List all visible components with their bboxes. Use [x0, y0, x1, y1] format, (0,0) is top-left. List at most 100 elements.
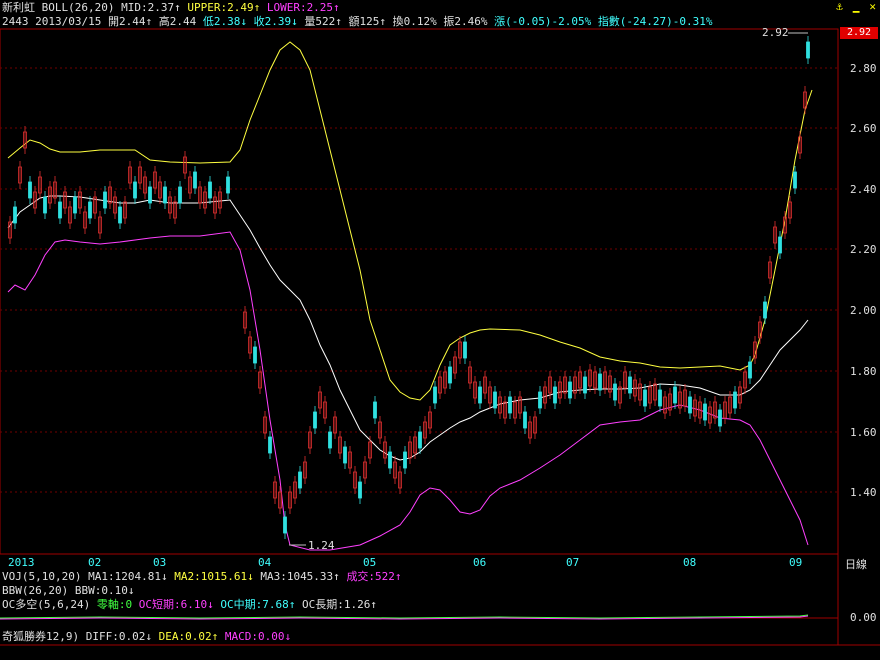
candle-body: [553, 386, 557, 404]
candle-body: [688, 396, 692, 414]
macd-name: 奇狐勝券12,9): [2, 630, 80, 643]
candle-body: [298, 471, 302, 489]
y-tick: 1.40: [850, 486, 877, 499]
y-tick: 2.00: [850, 304, 877, 317]
voj-name: VOJ(5,10,20): [2, 570, 82, 583]
oc-zero: 零軸:0: [96, 598, 133, 611]
candle-body: [703, 403, 707, 421]
voj-volume: 成交:522↑: [346, 570, 402, 583]
macd-row: 奇狐勝券12,9) DIFF:0.02↓ DEA:0.02↑ MACD:0.00…: [2, 630, 291, 643]
voj-row: VOJ(5,10,20) MA1:1204.81↓ MA2:1015.61↓ M…: [2, 570, 402, 583]
candle-body: [718, 409, 722, 427]
x-tick: 06: [473, 556, 487, 569]
candle-body: [388, 451, 392, 469]
oc-short: OC短期:6.10↓: [138, 598, 214, 611]
candle-body: [463, 341, 467, 359]
candle-body: [343, 446, 347, 464]
lower-value: LOWER:2.25↑: [266, 1, 340, 14]
candle-body: [628, 376, 632, 394]
y-tick: 2.80: [850, 62, 877, 75]
candle-body: [118, 206, 122, 224]
candle-body: [43, 196, 47, 214]
turnover-value: 換0.12%: [392, 15, 437, 28]
oc-short-line: [0, 614, 809, 619]
macd-value: MACD:0.00↓: [224, 630, 292, 643]
oc-row: OC多空(5,6,24) 零軸:0 OC短期:6.10↓ OC中期:7.68↑ …: [2, 598, 377, 611]
candle-body: [103, 191, 107, 209]
lower-band: [7, 231, 809, 551]
y-tick: 2.20: [850, 243, 877, 256]
high-value: 高2.44: [158, 15, 197, 28]
candle-body: [658, 389, 662, 407]
bbw-value: BBW:0.10↓: [74, 584, 135, 597]
candle-body: [733, 391, 737, 409]
close-value: 收2.39↓: [253, 15, 298, 28]
macd-diff: DIFF:0.02↓: [85, 630, 152, 643]
mid-band: [7, 195, 809, 461]
x-tick: 02: [88, 556, 102, 569]
anchor-icon[interactable]: ⚓: [836, 0, 843, 13]
candle-body: [598, 373, 602, 391]
upper-value: UPPER:2.49↑: [187, 1, 261, 14]
candle-body: [673, 386, 677, 404]
low-value: 低2.38↓: [202, 15, 247, 28]
candle-body: [58, 201, 62, 219]
high-annotation: 2.92: [762, 26, 789, 39]
candle-body: [28, 181, 32, 199]
y-tick: 2.40: [850, 183, 877, 196]
voj-ma2: MA2:1015.61↓: [174, 570, 254, 583]
minimize-icon[interactable]: ▁: [853, 0, 860, 13]
candle-body: [493, 391, 497, 409]
change-value: 漲(-0.05)-2.05%: [494, 15, 592, 28]
bbw-row: BBW(26,20) BBW:0.10↓: [2, 584, 134, 597]
candle-body: [418, 431, 422, 449]
candle-body: [403, 451, 407, 469]
chart-frame: [0, 28, 839, 555]
x-tick: 03: [153, 556, 167, 569]
oc-long: OC長期:1.26↑: [301, 598, 377, 611]
bbw-name: BBW(26,20): [2, 584, 69, 597]
indicator-name: BOLL(26,20): [41, 1, 115, 14]
amount-value: 額125↑: [348, 15, 386, 28]
open-value: 開2.44↑: [107, 15, 153, 28]
candle-body: [193, 171, 197, 189]
x-tick: 04: [258, 556, 272, 569]
oc-name: OC多空(5,6,24): [2, 598, 91, 611]
candle-body: [88, 201, 92, 219]
candle-body: [748, 361, 752, 379]
x-tick: 09: [789, 556, 803, 569]
voj-ma3: MA3:1045.33↑: [260, 570, 340, 583]
current-price-tag: 2.92: [840, 27, 878, 39]
candle-body: [208, 181, 212, 199]
grid-lines: [0, 67, 838, 493]
y-tick: 1.80: [850, 365, 877, 378]
x-tick: 05: [363, 556, 377, 569]
low-annotation: 1.24: [308, 539, 335, 552]
candle-body: [643, 389, 647, 407]
amplitude-value: 振2.46%: [443, 15, 488, 28]
voj-ma1: MA1:1204.81↓: [88, 570, 168, 583]
candle-body: [148, 186, 152, 204]
candle-body: [806, 41, 810, 59]
candlesticks: [8, 36, 810, 539]
candle-body: [313, 411, 317, 429]
close-icon[interactable]: ✕: [869, 0, 876, 13]
candle-body: [448, 366, 452, 384]
oc-axis-label: 0.00: [850, 611, 877, 624]
candle-body: [163, 186, 167, 204]
candle-body: [328, 431, 332, 449]
candle-body: [253, 346, 257, 364]
y-tick: 2.60: [850, 122, 877, 135]
candle-body: [226, 176, 230, 194]
volume-value: 量522↑: [304, 15, 342, 28]
quote-info-row: 2443 2013/03/15 開2.44↑ 高2.44 低2.38↓ 收2.3…: [2, 15, 713, 28]
candle-body: [358, 481, 362, 499]
candle-body: [583, 376, 587, 394]
candle-body: [523, 411, 527, 429]
candle-body: [283, 516, 287, 534]
candle-body: [178, 186, 182, 204]
candle-body: [373, 401, 377, 419]
bollinger-bands: [7, 41, 813, 551]
period-button[interactable]: 日線: [845, 556, 867, 572]
main-chart[interactable]: [0, 0, 880, 660]
